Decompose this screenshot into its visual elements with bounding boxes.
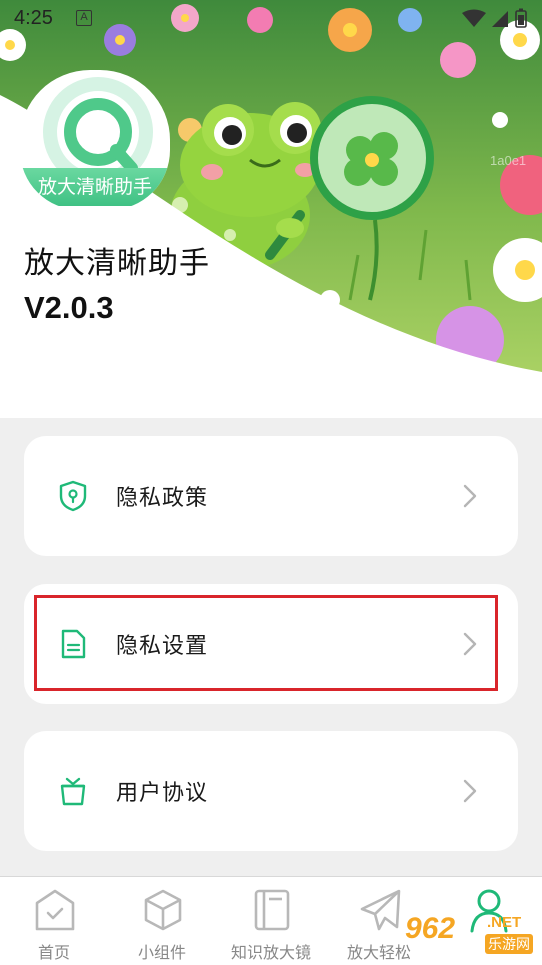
app-name: 放大清晰助手	[24, 246, 210, 281]
status-bar: 4:25 A	[0, 0, 542, 36]
nav-label: 小组件	[137, 943, 186, 962]
app-version: V2.0.3	[24, 290, 114, 325]
document-icon	[61, 629, 86, 659]
nav-home[interactable]: 首页	[2, 883, 106, 963]
nav-widgets[interactable]: 小组件	[110, 883, 214, 963]
cube-icon	[144, 889, 182, 931]
notification-a-icon: A	[76, 10, 92, 26]
status-icons	[462, 8, 527, 28]
menu-item-label: 隐私政策	[116, 486, 209, 511]
book-icon	[254, 889, 290, 931]
logo-caption: 放大清晰助手	[20, 168, 170, 206]
image-watermark-code: 1a0e1	[490, 153, 527, 168]
bottom-navigation: 首页 小组件 知识放大镜 放大轻松	[0, 876, 542, 965]
chevron-right-icon	[463, 484, 477, 508]
status-time: 4:25	[14, 7, 53, 29]
watermark-site: 乐游网	[485, 934, 533, 954]
nav-knowledge-magnifier[interactable]: 知识放大镜	[219, 883, 323, 963]
shield-icon	[59, 480, 87, 512]
nav-label: 知识放大镜	[230, 943, 311, 962]
site-watermark: 962 .NET 乐游网	[405, 912, 533, 954]
menu-item-privacy-policy[interactable]: 隐私政策	[24, 436, 518, 556]
signal-icon	[492, 11, 508, 27]
paper-plane-icon	[360, 889, 401, 931]
basket-icon	[60, 777, 86, 806]
menu-item-label: 用户协议	[116, 781, 209, 806]
nav-label: 首页	[37, 943, 70, 962]
menu-item-privacy-settings[interactable]: 隐私设置	[24, 584, 518, 704]
wifi-icon	[462, 9, 486, 27]
chevron-right-icon	[463, 632, 477, 656]
header-banner: 放大清晰助手 1a0e1 放大清晰助手 V2.0.3	[0, 0, 542, 418]
home-icon	[35, 889, 75, 931]
menu-item-label: 隐私设置	[116, 634, 209, 659]
chevron-right-icon	[463, 779, 477, 803]
menu-item-user-agreement[interactable]: 用户协议	[24, 731, 518, 851]
watermark-brand: 962	[405, 912, 456, 945]
app-logo: 放大清晰助手	[20, 70, 170, 210]
watermark-tld: .NET	[487, 914, 522, 931]
